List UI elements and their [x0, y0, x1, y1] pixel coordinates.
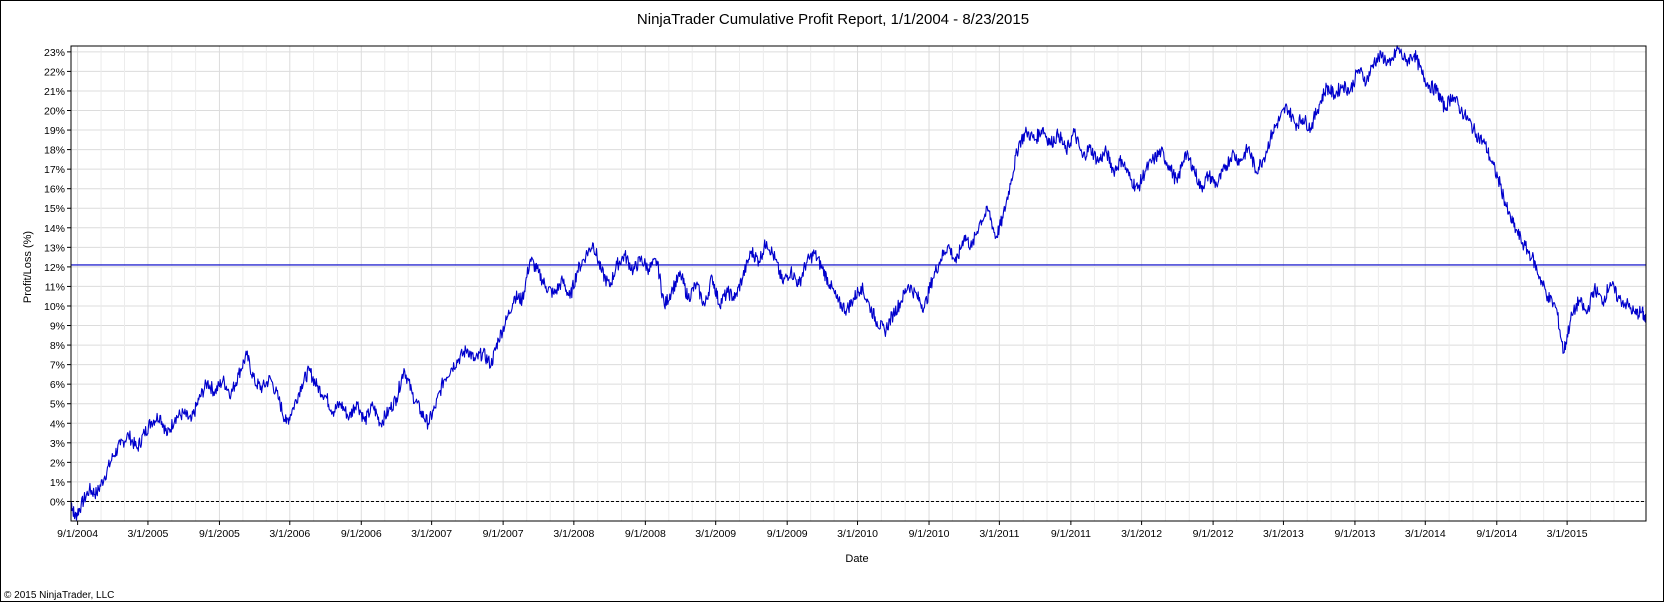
x-tick-label: 9/1/2006: [341, 528, 382, 540]
y-tick-label: 0%: [50, 496, 65, 508]
x-tick-label: 9/1/2005: [199, 528, 240, 540]
y-tick-label: 13%: [44, 242, 65, 254]
grid: [71, 46, 1646, 521]
x-tick-label: 9/1/2013: [1335, 528, 1376, 540]
y-tick-label: 23%: [44, 47, 65, 59]
y-tick-label: 11%: [45, 281, 65, 293]
y-tick-label: 5%: [50, 399, 65, 411]
x-tick-label: 3/1/2013: [1263, 528, 1304, 540]
x-axis-label: Date: [845, 553, 868, 565]
x-tick-label: 9/1/2011: [1051, 528, 1091, 540]
y-tick-label: 2%: [50, 457, 65, 469]
x-tick-label: 9/1/2010: [909, 528, 950, 540]
x-tick-label: 9/1/2012: [1193, 528, 1234, 540]
x-tick-label: 3/1/2010: [837, 528, 878, 540]
chart-frame: NinjaTrader Cumulative Profit Report, 1/…: [0, 0, 1664, 602]
x-tick-label: 3/1/2014: [1405, 528, 1446, 540]
copyright-footer: © 2015 NinjaTrader, LLC: [4, 590, 114, 601]
profit-chart: NinjaTrader Cumulative Profit Report, 1/…: [4, 11, 1647, 601]
x-tick-label: 9/1/2008: [625, 528, 666, 540]
y-tick-label: 4%: [50, 418, 65, 430]
series-layer: [70, 45, 1647, 521]
y-tick-label: 7%: [50, 360, 65, 372]
x-tick-label: 3/1/2009: [695, 528, 736, 540]
y-tick-label: 3%: [50, 438, 65, 450]
x-tick-label: 9/1/2014: [1476, 528, 1517, 540]
x-tick-label: 3/1/2015: [1547, 528, 1588, 540]
y-tick-label: 17%: [44, 164, 65, 176]
y-tick-label: 12%: [44, 262, 65, 274]
y-axis-ticks: 0% 1% 2% 3% 4% 5% 6% 7% 8% 9% 10% 11% 12% 13% 14% 15% 16…: [44, 47, 71, 508]
y-tick-label: 18%: [44, 145, 65, 157]
y-tick-label: 20%: [44, 106, 65, 118]
y-tick-label: 6%: [50, 379, 65, 391]
x-tick-label: 3/1/2005: [128, 528, 169, 540]
y-tick-label: 19%: [44, 125, 65, 137]
x-tick-label: 3/1/2011: [979, 528, 1019, 540]
x-tick-label: 3/1/2012: [1121, 528, 1162, 540]
reference-lines: [71, 264, 1646, 502]
cumulative-profit-line: [70, 45, 1647, 521]
x-tick-label: 3/1/2007: [411, 528, 452, 540]
y-tick-label: 8%: [50, 340, 65, 352]
plot-area-border: [70, 45, 1647, 522]
x-tick-label: 3/1/2008: [553, 528, 594, 540]
y-tick-label: 10%: [44, 301, 65, 313]
y-tick-label: 21%: [44, 86, 65, 98]
y-tick-label: 14%: [44, 223, 65, 235]
x-tick-label: 9/1/2009: [767, 528, 808, 540]
y-tick-label: 16%: [44, 184, 65, 196]
x-axis-ticks: 9/1/2004 3/1/2005 9/1/2005 3/1/2006 9/1/2006…: [57, 521, 1588, 540]
y-tick-label: 9%: [50, 321, 65, 333]
chart-title: NinjaTrader Cumulative Profit Report, 1/…: [637, 11, 1029, 28]
y-axis-label: Profit/Loss (%): [22, 231, 34, 303]
x-tick-label: 3/1/2006: [269, 528, 310, 540]
y-tick-label: 1%: [50, 477, 65, 489]
y-tick-label: 22%: [44, 66, 65, 78]
x-tick-label: 9/1/2007: [483, 528, 524, 540]
y-tick-label: 15%: [44, 203, 65, 215]
x-tick-label: 9/1/2004: [57, 528, 98, 540]
